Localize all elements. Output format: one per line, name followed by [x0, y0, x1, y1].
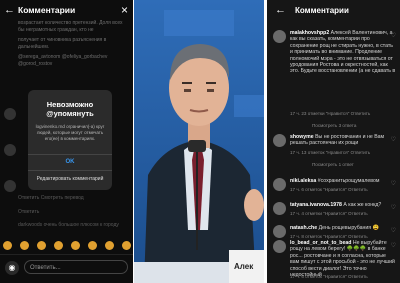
comment-meta[interactable]: 17 ч. 8 отметок "Нравится" Ответить — [290, 234, 368, 239]
comment-username[interactable]: tatyana.ivanova.1978 — [290, 202, 342, 208]
comment-text: showyme Вы не ростовчанин и не Вам решат… — [290, 134, 396, 147]
right-panel-screenshot: ← Комментарии malakhovshpp2 Алексей Вале… — [267, 0, 400, 283]
reply-bar: ◉ Ответить... — [0, 254, 133, 283]
avatar[interactable] — [273, 178, 286, 191]
comment-body: А как же конкд? — [343, 202, 382, 208]
comment-body: #сохранитьрощумалевом — [317, 178, 380, 184]
like-heart-icon[interactable]: ♡ — [391, 204, 396, 211]
like-heart-icon[interactable]: ♡ — [391, 227, 396, 234]
comment-meta[interactable]: 17 ч. 13 отметок "Нравится" Ответить — [290, 150, 370, 155]
avatar[interactable] — [273, 202, 286, 215]
comment-text: lo_bead_or_not_to_bead Не вырубайте рощу… — [290, 240, 396, 278]
dialog-ok-button[interactable]: OK — [28, 154, 112, 165]
emoji-icon[interactable] — [105, 241, 114, 250]
avatar[interactable] — [4, 108, 16, 120]
left-lower-comments: Ответить Смотреть перевод Ответить darkw… — [18, 195, 128, 236]
comment-body: Не вырубайте рощу на левом берегу! 🌳🌳🌳 в… — [290, 240, 395, 279]
comment-body: День рощевырубания 😩 — [318, 225, 380, 231]
comment-username[interactable]: natash.che — [290, 225, 317, 231]
bg-line: возрастает количество претензий. Доля вс… — [18, 20, 123, 33]
comment-text: malakhovshpp2 Алексей Валентинович, а ка… — [290, 30, 396, 75]
emoji-icon[interactable] — [3, 241, 12, 250]
comment-meta[interactable]: 17 ч. 23 отметки "Нравится" Ответить — [290, 111, 370, 116]
emoji-icon[interactable] — [88, 241, 97, 250]
mention-error-dialog: Невозможно @упомянуть logvinenko.rnd огр… — [28, 90, 112, 190]
back-arrow-icon[interactable]: ← — [4, 4, 15, 16]
comment-text: niki.aleksa #сохранитьрощумалевом — [290, 178, 396, 184]
bg-line: получает от чиновника разъяснения в даль… — [18, 37, 107, 50]
right-header: ← Комментарии — [267, 0, 400, 22]
left-avatars — [4, 108, 16, 216]
comment-body: Алексей Валентинович, а как вы сказать, … — [290, 30, 396, 75]
emoji-icon[interactable] — [54, 241, 63, 250]
dialog-title: Невозможно @упомянуть — [46, 100, 94, 118]
back-arrow-icon[interactable]: ← — [275, 4, 286, 16]
view-replies-link[interactable]: Посмотреть 1 ответ — [312, 162, 354, 167]
speaker-photo: Алек — [134, 0, 264, 283]
comment-username[interactable]: showyme — [290, 134, 314, 140]
comment-text: natash.che День рощевырубания 😩 — [290, 225, 396, 231]
camera-icon[interactable]: ◉ — [5, 261, 19, 275]
view-replies-link[interactable]: Посмотреть 3 ответа — [312, 123, 356, 128]
avatar[interactable] — [273, 240, 286, 253]
lower-line: darkwoods очень большое плюсом к городу — [18, 222, 119, 228]
avatar[interactable] — [273, 30, 286, 43]
comment-username[interactable]: niki.aleksa — [290, 178, 316, 184]
emoji-reaction-bar — [3, 241, 131, 251]
photo-illustration — [134, 0, 264, 283]
emoji-icon[interactable] — [71, 241, 80, 250]
comment-meta[interactable]: 17 ч. 4 отметки "Нравится" Ответить — [290, 211, 368, 216]
lower-line[interactable]: Ответить — [18, 209, 128, 216]
dialog-message: logvinenko.rnd ограничил(-а) круг людей,… — [35, 124, 105, 141]
like-heart-icon[interactable]: ♡ — [391, 180, 396, 187]
avatar[interactable] — [4, 144, 16, 156]
comment-text: tatyana.ivanova.1978 А как же конкд? — [290, 202, 396, 208]
comment-meta[interactable]: 17 ч. 6 отметок "Нравится" Ответить — [290, 274, 368, 279]
emoji-icon[interactable] — [37, 241, 46, 250]
like-heart-icon[interactable]: ♡ — [391, 32, 396, 39]
comment-username[interactable]: malakhovshpp2 — [290, 30, 329, 36]
emoji-icon[interactable] — [122, 241, 131, 250]
left-panel-screenshot: ← Комментарии × возрастает количество пр… — [0, 0, 133, 283]
like-heart-icon[interactable]: ♡ — [391, 136, 396, 143]
left-background-comments: возрастает количество претензий. Доля вс… — [18, 20, 128, 71]
bg-line: @serega_avtonom @ofeliya_gorbachev @goro… — [18, 54, 108, 67]
reply-input[interactable]: Ответить... — [24, 260, 128, 274]
avatar[interactable] — [4, 180, 16, 192]
close-icon[interactable]: × — [121, 3, 128, 17]
left-page-title: Комментарии — [18, 5, 76, 15]
avatar[interactable] — [273, 134, 286, 147]
right-page-title: Комментарии — [295, 6, 349, 15]
avatar[interactable] — [273, 225, 286, 238]
nameplate-text: Алек — [234, 262, 254, 271]
left-header: ← Комментарии × — [0, 0, 133, 22]
comment-meta[interactable]: 17 ч. 6 отметок "Нравится" Ответить — [290, 187, 368, 192]
dialog-edit-comment-button[interactable]: Редактировать комментарий — [28, 170, 112, 182]
emoji-icon[interactable] — [20, 241, 29, 250]
like-heart-icon[interactable]: ♡ — [391, 242, 396, 249]
lower-line[interactable]: Ответить Смотреть перевод — [18, 195, 128, 202]
